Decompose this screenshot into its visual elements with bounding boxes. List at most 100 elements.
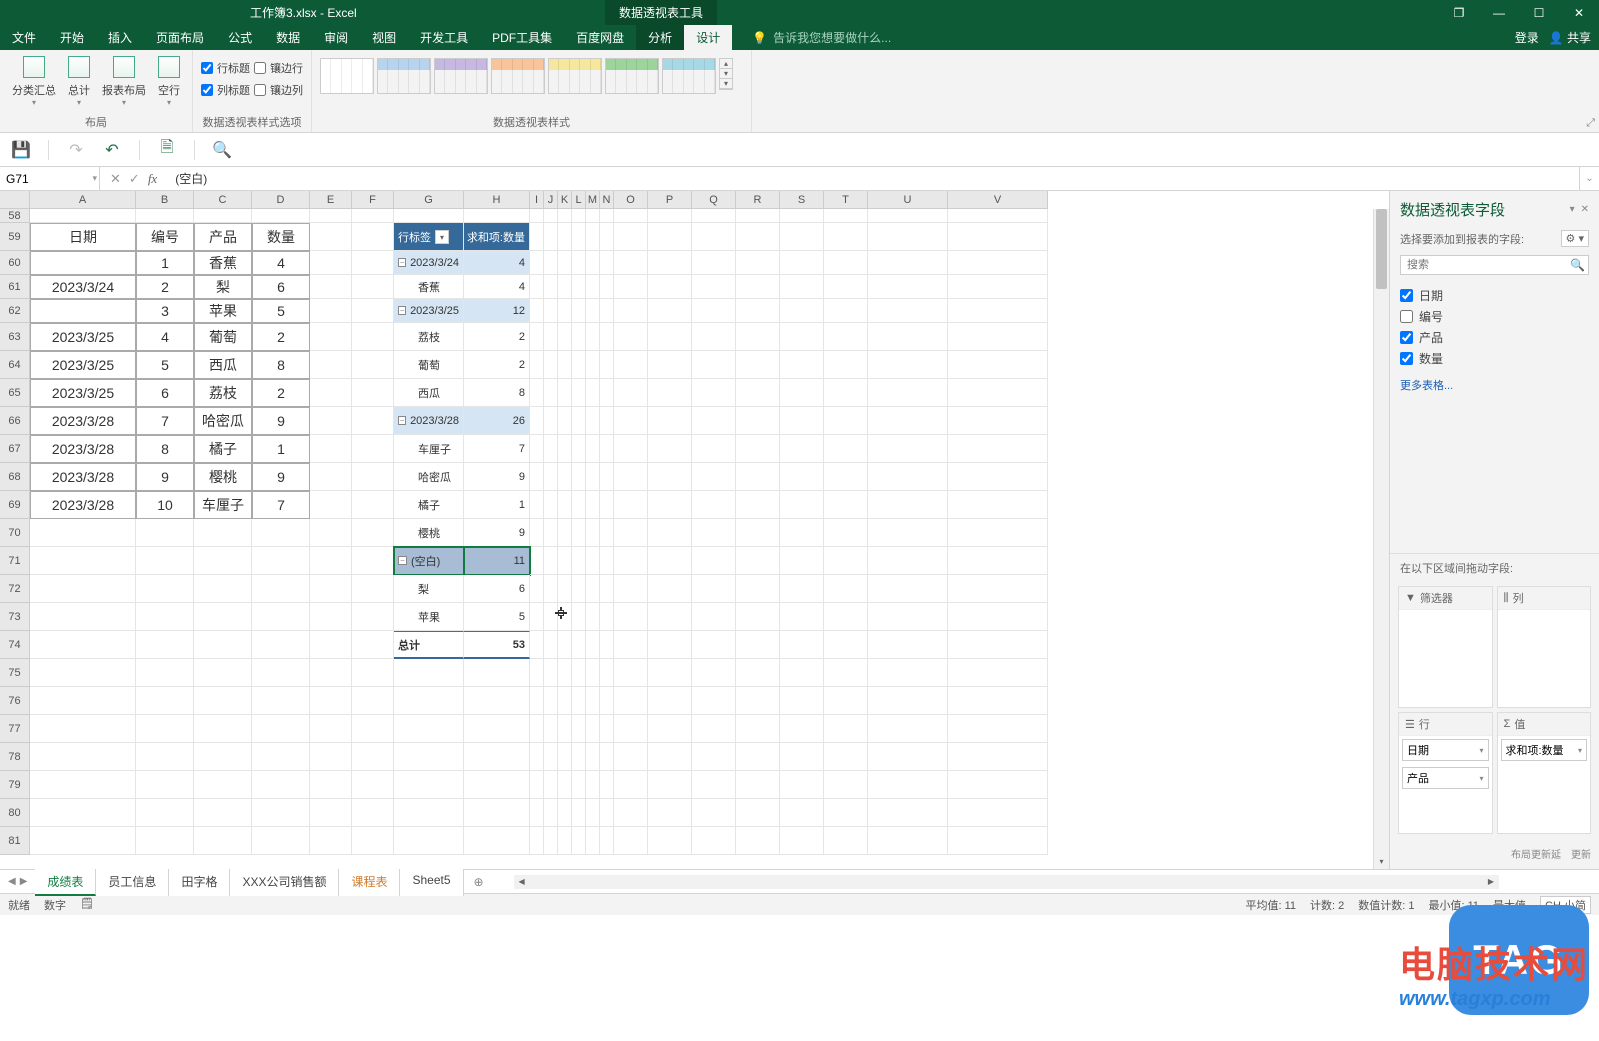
tab-data[interactable]: 数据: [264, 25, 312, 50]
row-header[interactable]: 58: [0, 209, 30, 223]
values-zone[interactable]: Σ值 求和项:数量▾: [1497, 712, 1592, 834]
tab-pagelayout[interactable]: 页面布局: [144, 25, 216, 50]
sheet-tab[interactable]: 课程表: [339, 869, 400, 896]
style-gallery-scroll[interactable]: ▴▾▾: [719, 58, 733, 90]
row-header[interactable]: 61: [0, 275, 30, 299]
rows-zone[interactable]: ☰行 日期▾ 产品▾: [1398, 712, 1493, 834]
sheet-tab[interactable]: 员工信息: [96, 869, 169, 896]
row-header[interactable]: 67: [0, 435, 30, 463]
sheet-nav[interactable]: ◀▶: [0, 876, 35, 887]
share-button[interactable]: 👤 共享: [1549, 29, 1591, 46]
tab-file[interactable]: 文件: [0, 25, 48, 50]
blankrows-button[interactable]: 空行▾: [154, 54, 184, 109]
banded-rows-checkbox[interactable]: 镶边行: [254, 60, 303, 76]
print-icon[interactable]: 🗎: [158, 141, 176, 159]
field-checkbox[interactable]: 数量: [1400, 348, 1589, 369]
row-header[interactable]: 71: [0, 547, 30, 575]
row-header[interactable]: 77: [0, 715, 30, 743]
field-checkbox[interactable]: 日期: [1400, 285, 1589, 306]
field-search[interactable]: 🔍: [1400, 255, 1589, 275]
column-header[interactable]: M: [586, 191, 600, 209]
pivot-style-gallery[interactable]: ▴▾▾: [320, 54, 733, 94]
close-icon[interactable]: ✕: [1559, 0, 1599, 25]
print-preview-icon[interactable]: 🔍: [213, 141, 231, 159]
column-header[interactable]: H: [464, 191, 530, 209]
redo-icon[interactable]: ↷: [67, 141, 85, 159]
column-header[interactable]: P: [648, 191, 692, 209]
tell-me-search[interactable]: 💡 告诉我您想要做什么...: [752, 29, 891, 46]
cell-grid[interactable]: 日期编号产品数量行标签▾求和项:数量1香蕉4−2023/3/2442023/3/…: [30, 209, 1048, 855]
login-link[interactable]: 登录: [1515, 29, 1539, 46]
tab-view[interactable]: 视图: [360, 25, 408, 50]
row-header[interactable]: 60: [0, 251, 30, 275]
sheet-tab[interactable]: Sheet5: [400, 869, 463, 896]
row-header[interactable]: 66: [0, 407, 30, 435]
collapse-icon[interactable]: −: [398, 306, 406, 315]
row-header[interactable]: 76: [0, 687, 30, 715]
column-header[interactable]: G: [394, 191, 464, 209]
column-header[interactable]: N: [600, 191, 614, 209]
row-header[interactable]: 68: [0, 463, 30, 491]
collapse-icon[interactable]: −: [398, 258, 406, 267]
columns-zone[interactable]: ⫼列: [1497, 586, 1592, 708]
pivot-filter-dropdown-icon[interactable]: ▾: [435, 230, 449, 244]
filter-zone[interactable]: ▼筛选器: [1398, 586, 1493, 708]
spreadsheet-grid[interactable]: ABCDEFGHIJKLMNOPQRSTUV 58596061626364656…: [0, 191, 1389, 869]
column-headers[interactable]: ABCDEFGHIJKLMNOPQRSTUV: [30, 191, 1048, 209]
horizontal-scrollbar[interactable]: ◀▶: [514, 875, 1499, 889]
tab-design[interactable]: 设计: [684, 25, 732, 50]
column-header[interactable]: A: [30, 191, 136, 209]
column-header[interactable]: R: [736, 191, 780, 209]
sheet-tab[interactable]: 成绩表: [35, 869, 96, 896]
column-header[interactable]: L: [572, 191, 586, 209]
row-header[interactable]: 79: [0, 771, 30, 799]
minimize-icon[interactable]: —: [1479, 0, 1519, 25]
column-header[interactable]: U: [868, 191, 948, 209]
undo-icon[interactable]: ↶: [103, 141, 121, 159]
column-header[interactable]: D: [252, 191, 310, 209]
collapse-icon[interactable]: −: [398, 556, 407, 565]
row-header[interactable]: 69: [0, 491, 30, 519]
tab-analyze[interactable]: 分析: [636, 25, 684, 50]
row-header[interactable]: 70: [0, 519, 30, 547]
column-header[interactable]: K: [558, 191, 572, 209]
tab-insert[interactable]: 插入: [96, 25, 144, 50]
sheet-tab[interactable]: 田字格: [169, 869, 230, 896]
column-header[interactable]: Q: [692, 191, 736, 209]
grandtotals-button[interactable]: 总计▾: [64, 54, 94, 109]
field-list-gear-icon[interactable]: ⚙ ▾: [1561, 230, 1589, 247]
field-checkbox[interactable]: 编号: [1400, 306, 1589, 327]
row-headers[interactable]: 5859606162636465666768697071727374757677…: [0, 209, 30, 855]
field-checkbox[interactable]: 产品: [1400, 327, 1589, 348]
update-button[interactable]: 更新: [1571, 846, 1591, 861]
col-headers-checkbox[interactable]: 列标题: [201, 82, 250, 98]
column-header[interactable]: O: [614, 191, 648, 209]
add-sheet-button[interactable]: ⊕: [464, 875, 494, 889]
column-header[interactable]: B: [136, 191, 194, 209]
row-header[interactable]: 73: [0, 603, 30, 631]
banded-cols-checkbox[interactable]: 镶边列: [254, 82, 303, 98]
row-header[interactable]: 72: [0, 575, 30, 603]
select-all-corner[interactable]: [0, 191, 30, 209]
formula-input[interactable]: (空白): [167, 170, 1579, 187]
name-box[interactable]: G71▾: [0, 167, 100, 190]
tab-formulas[interactable]: 公式: [216, 25, 264, 50]
insert-function-icon[interactable]: fx: [148, 171, 157, 187]
field-search-input[interactable]: [1400, 255, 1589, 275]
maximize-icon[interactable]: ☐: [1519, 0, 1559, 25]
collapse-icon[interactable]: −: [398, 416, 406, 425]
cancel-formula-icon[interactable]: ✕: [110, 171, 121, 187]
more-tables-link[interactable]: 更多表格...: [1390, 375, 1599, 401]
field-list-close-icon[interactable]: ✕: [1581, 204, 1589, 215]
column-header[interactable]: F: [352, 191, 394, 209]
tab-developer[interactable]: 开发工具: [408, 25, 480, 50]
row-header[interactable]: 78: [0, 743, 30, 771]
column-header[interactable]: V: [948, 191, 1048, 209]
enter-formula-icon[interactable]: ✓: [129, 171, 140, 187]
row-header[interactable]: 59: [0, 223, 30, 251]
scroll-thumb[interactable]: [1376, 209, 1387, 289]
tab-review[interactable]: 审阅: [312, 25, 360, 50]
reportlayout-button[interactable]: 报表布局▾: [98, 54, 150, 109]
field-list-dropdown-icon[interactable]: ▾: [1570, 204, 1575, 215]
column-header[interactable]: S: [780, 191, 824, 209]
